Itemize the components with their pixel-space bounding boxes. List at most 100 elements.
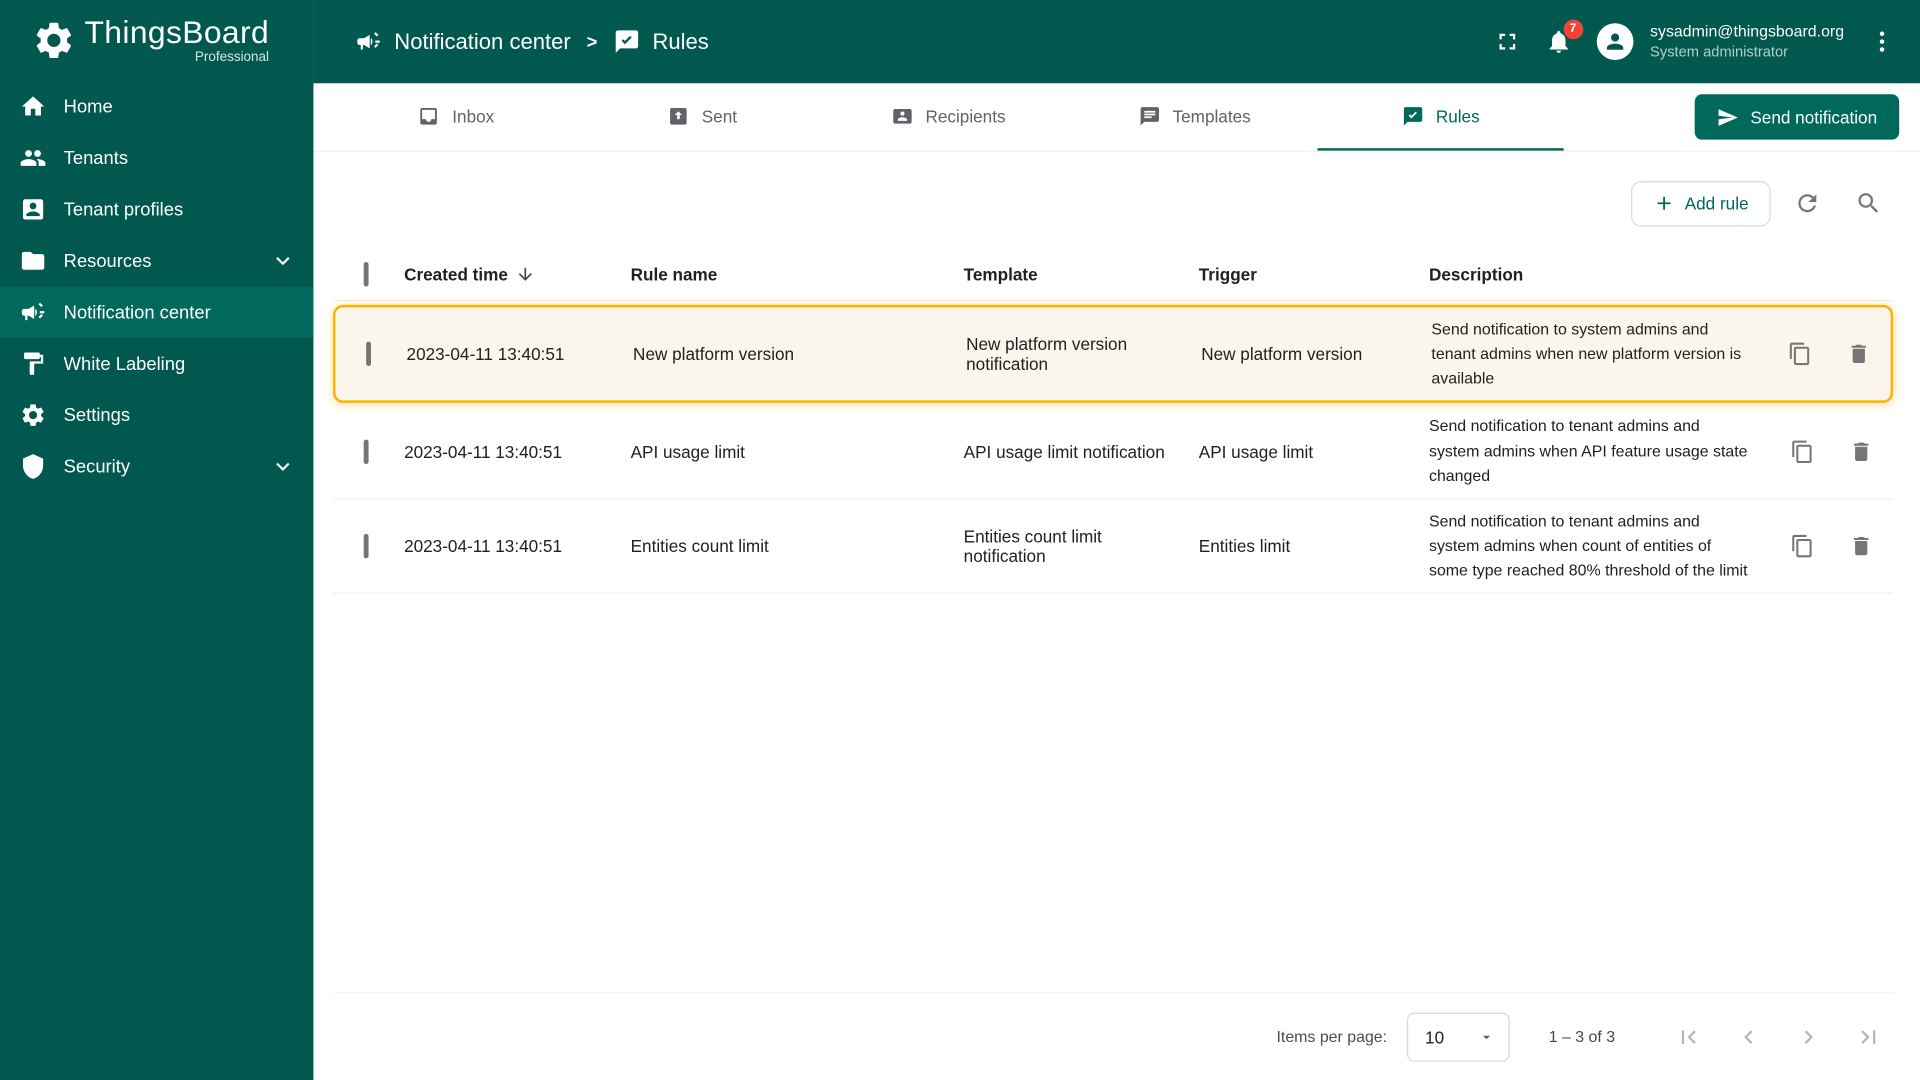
tab-label: Rules	[1435, 105, 1480, 126]
fullscreen-icon	[1493, 28, 1520, 55]
trash-icon	[1849, 439, 1873, 463]
search-icon	[1855, 190, 1882, 217]
copy-rule-button[interactable]	[1790, 439, 1814, 463]
user-avatar[interactable]	[1596, 23, 1633, 60]
tab-inbox[interactable]: Inbox	[333, 83, 579, 150]
cell-rule-name: New platform version	[633, 344, 795, 364]
cell-created-time: 2023-04-11 13:40:51	[406, 344, 565, 364]
row-checkbox[interactable]	[363, 533, 369, 559]
column-header-template: Template	[963, 263, 1038, 284]
cell-trigger: Entities limit	[1198, 536, 1291, 556]
tab-sent[interactable]: Sent	[579, 83, 825, 150]
main-area: Notification center > Rules 7 sysadmin@t…	[313, 0, 1920, 1080]
sidebar-item-label: Resources	[63, 250, 152, 272]
paginator-nav	[1664, 1012, 1893, 1061]
cell-created-time: 2023-04-11 13:40:51	[404, 536, 563, 556]
sidebar-item-tenants[interactable]: Tenants	[0, 132, 313, 183]
row-checkbox[interactable]	[363, 439, 369, 464]
tabs: Inbox Sent Recipients Templates Rules	[333, 83, 1564, 151]
people-icon	[20, 144, 47, 171]
sidebar: ThingsBoard Professional Home Tenants Te…	[0, 0, 314, 1080]
brand-logo[interactable]: ThingsBoard Professional	[0, 0, 313, 81]
table-row[interactable]: 2023-04-11 13:40:51 Entities count limit…	[333, 499, 1894, 595]
header-actions: 7 sysadmin@thingsboard.org System admini…	[1493, 19, 1896, 62]
contacts-icon	[891, 105, 913, 127]
sidebar-item-label: Settings	[63, 404, 131, 426]
cell-rule-name: Entities count limit	[630, 536, 769, 556]
trash-icon	[1847, 342, 1871, 366]
refresh-icon	[1794, 190, 1821, 217]
tab-recipients[interactable]: Recipients	[825, 83, 1071, 150]
first-page-icon	[1675, 1023, 1702, 1050]
shield-icon	[20, 453, 47, 480]
cell-trigger: New platform version	[1201, 344, 1363, 364]
table-row[interactable]: 2023-04-11 13:40:51 API usage limit API …	[333, 405, 1894, 500]
inbox-icon	[418, 105, 440, 127]
column-header-trigger: Trigger	[1198, 263, 1257, 284]
send-notification-label: Send notification	[1750, 107, 1878, 127]
delete-rule-button[interactable]	[1849, 534, 1873, 558]
sidebar-item-notification-center[interactable]: Notification center	[0, 286, 314, 338]
column-header-created-time[interactable]: Created time	[404, 264, 631, 284]
cell-template: New platform version notification	[966, 334, 1128, 374]
cell-rule-name: API usage limit	[630, 441, 745, 462]
thingsboard-logo-icon	[32, 18, 76, 62]
tab-label: Templates	[1172, 105, 1251, 126]
tab-label: Inbox	[452, 105, 495, 126]
chevron-down-icon	[1478, 1028, 1495, 1045]
page-range-label: 1 – 3 of 3	[1548, 1027, 1616, 1046]
notification-count-badge: 7	[1563, 19, 1583, 40]
more-menu-button[interactable]	[1869, 28, 1896, 55]
brand-edition: Professional	[194, 50, 270, 66]
trash-icon	[1849, 534, 1873, 558]
search-button[interactable]	[1844, 179, 1893, 228]
last-page-button[interactable]	[1844, 1012, 1893, 1061]
previous-page-button[interactable]	[1724, 1012, 1773, 1061]
items-per-page-label: Items per page:	[1276, 1027, 1388, 1046]
sidebar-item-tenant-profiles[interactable]: Tenant profiles	[0, 184, 313, 235]
next-page-button[interactable]	[1784, 1012, 1833, 1061]
cell-description: Send notification to tenant admins and s…	[1428, 416, 1748, 485]
breadcrumb-notification-center[interactable]: Notification center	[355, 28, 571, 55]
select-all-checkbox[interactable]	[363, 261, 369, 286]
profile-card-icon	[20, 196, 47, 223]
folder-icon	[20, 247, 47, 274]
sidebar-item-resources[interactable]: Resources	[0, 235, 313, 286]
rule-icon	[613, 28, 640, 55]
column-header-description: Description	[1428, 263, 1524, 284]
sidebar-item-settings[interactable]: Settings	[0, 389, 313, 440]
table-row[interactable]: 2023-04-11 13:40:51 New platform version…	[333, 304, 1894, 404]
delete-rule-button[interactable]	[1847, 342, 1871, 366]
tab-rules[interactable]: Rules	[1317, 83, 1564, 151]
breadcrumb-rules[interactable]: Rules	[613, 28, 709, 55]
kebab-menu-icon	[1869, 28, 1896, 55]
table-header-row: Created time Rule name Template Trigger …	[333, 247, 1894, 302]
megaphone-icon	[355, 28, 382, 55]
sidebar-item-label: Tenants	[63, 147, 129, 169]
first-page-button[interactable]	[1664, 1012, 1713, 1061]
page-size-value: 10	[1425, 1026, 1445, 1047]
cell-template: API usage limit notification	[963, 441, 1165, 462]
fullscreen-button[interactable]	[1493, 28, 1520, 55]
cell-description: Send notification to system admins and t…	[1431, 319, 1742, 388]
copy-rule-button[interactable]	[1788, 342, 1812, 366]
breadcrumb-parent-label: Notification center	[394, 28, 571, 54]
copy-rule-button[interactable]	[1790, 534, 1814, 558]
page-size-select[interactable]: 10	[1406, 1012, 1510, 1062]
row-checkbox[interactable]	[366, 341, 372, 367]
tab-bar: Inbox Sent Recipients Templates Rules Se…	[313, 83, 1920, 152]
user-role: System administrator	[1650, 42, 1789, 60]
sidebar-item-label: Home	[63, 96, 113, 117]
sidebar-item-security[interactable]: Security	[0, 441, 313, 492]
sort-descending-icon	[515, 264, 535, 284]
tab-templates[interactable]: Templates	[1071, 83, 1317, 150]
sidebar-item-home[interactable]: Home	[0, 81, 313, 132]
delete-rule-button[interactable]	[1849, 439, 1873, 463]
refresh-button[interactable]	[1783, 179, 1832, 228]
sidebar-item-white-labeling[interactable]: White Labeling	[0, 338, 313, 389]
send-notification-button[interactable]: Send notification	[1695, 94, 1900, 140]
send-icon	[1717, 106, 1739, 128]
add-rule-button[interactable]: Add rule	[1630, 180, 1771, 226]
column-header-rule-name[interactable]: Rule name	[631, 264, 964, 284]
notifications-button[interactable]: 7	[1545, 19, 1583, 55]
